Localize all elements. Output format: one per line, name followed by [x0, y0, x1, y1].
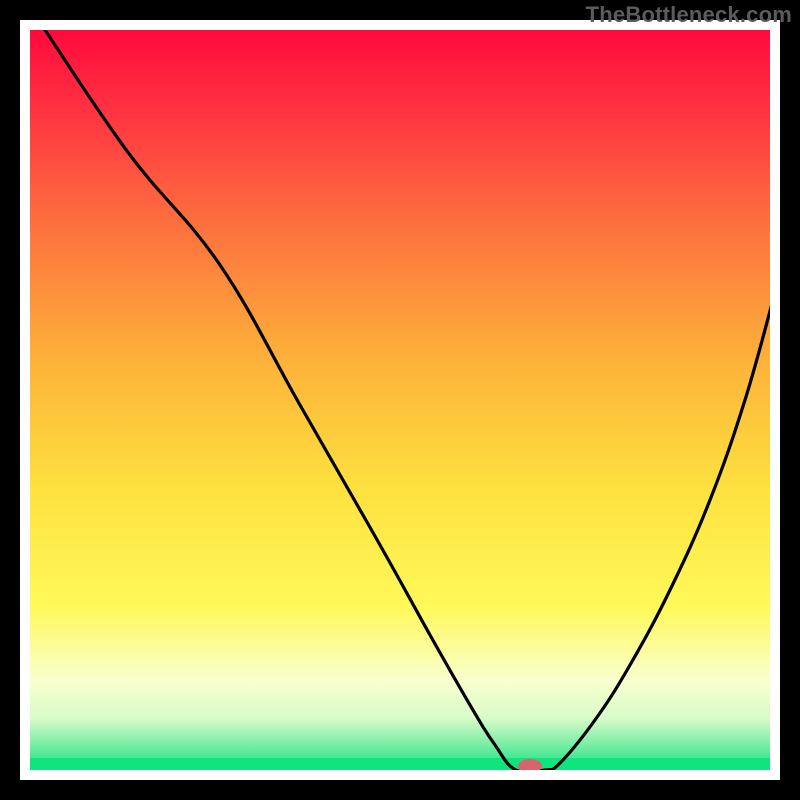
- bottleneck-chart: [0, 0, 800, 800]
- chart-stage: TheBottleneck.com: [0, 0, 800, 800]
- plot-area: [30, 30, 770, 770]
- watermark-text: TheBottleneck.com: [586, 2, 792, 28]
- minimum-marker: [518, 759, 542, 773]
- baseline-green-band: [30, 758, 770, 770]
- gradient-background: [30, 30, 770, 770]
